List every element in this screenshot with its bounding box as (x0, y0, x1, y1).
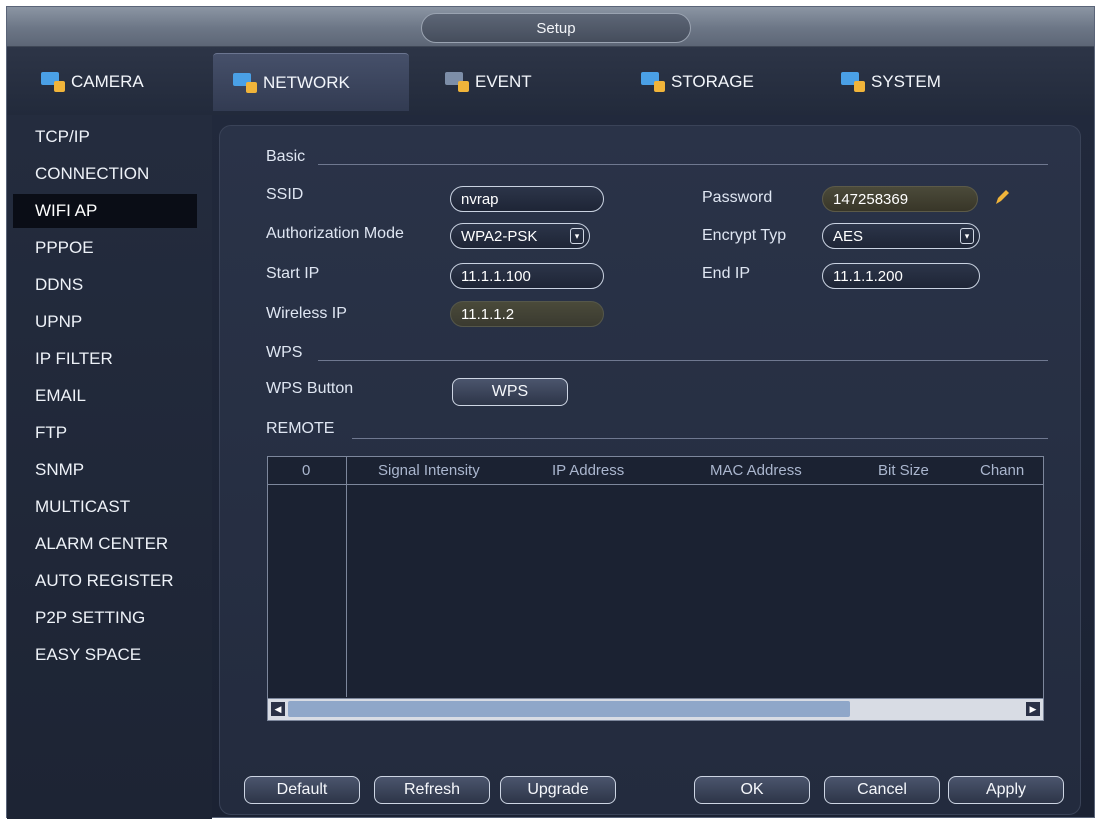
divider (318, 360, 1048, 361)
refresh-button[interactable]: Refresh (374, 776, 490, 804)
sidebar-item-email[interactable]: EMAIL (13, 379, 197, 413)
password-field[interactable]: 147258369 (822, 186, 978, 212)
section-basic: Basic (266, 148, 306, 165)
sidebar-item-easy-space[interactable]: EASY SPACE (13, 638, 197, 672)
divider (352, 438, 1048, 439)
wireless-ip-label: Wireless IP (266, 305, 347, 322)
sidebar-item-alarm-center[interactable]: ALARM CENTER (13, 527, 197, 561)
authorization-mode-select[interactable]: WPA2-PSK ▾ (450, 223, 590, 249)
title-bar: Setup (7, 7, 1094, 47)
start-ip-label: Start IP (266, 265, 320, 282)
tab-camera[interactable]: CAMERA (23, 57, 193, 107)
window-title: Setup (421, 13, 691, 43)
sidebar-item-ip-filter[interactable]: IP FILTER (13, 342, 197, 376)
column-divider (346, 457, 347, 697)
main-tab-bar: CAMERA NETWORK EVENT STORAGE SYSTEM (7, 47, 1094, 115)
upgrade-button[interactable]: Upgrade (500, 776, 616, 804)
end-ip-input[interactable]: 11.1.1.200 (822, 263, 980, 289)
start-ip-input[interactable]: 11.1.1.100 (450, 263, 604, 289)
scroll-left-icon[interactable]: ◀ (271, 702, 285, 716)
tab-system[interactable]: SYSTEM (835, 57, 1005, 107)
network-icon (233, 72, 257, 93)
encrypt-type-value: AES (833, 227, 864, 245)
tab-event-label: EVENT (475, 72, 532, 91)
dropdown-arrow-icon: ▾ (960, 228, 974, 244)
end-ip-label: End IP (702, 265, 751, 282)
sidebar-item-snmp[interactable]: SNMP (13, 453, 197, 487)
section-wps: WPS (266, 344, 303, 361)
wps-button-label: WPS Button (266, 380, 354, 397)
sidebar-item-p2p-setting[interactable]: P2P SETTING (13, 601, 197, 635)
remote-device-table[interactable]: 0 Signal Intensity IP Address MAC Addres… (267, 456, 1044, 721)
wifi-ap-panel: Basic SSID nvrap Password 147258369 Auth… (219, 125, 1081, 815)
ok-button[interactable]: OK (694, 776, 810, 804)
authorization-mode-value: WPA2-PSK (461, 227, 538, 245)
sidebar-item-connection[interactable]: CONNECTION (13, 157, 197, 191)
authorization-mode-label: Authorization Mode (266, 225, 404, 242)
setup-window: Setup CAMERA NETWORK EVENT STORAGE SYSTE… (6, 6, 1095, 819)
column-header-ip-address[interactable]: IP Address (552, 462, 624, 479)
edit-icon[interactable] (992, 186, 1012, 208)
tab-network[interactable]: NETWORK (213, 53, 409, 111)
tab-storage[interactable]: STORAGE (635, 57, 805, 107)
table-header: 0 Signal Intensity IP Address MAC Addres… (268, 457, 1043, 485)
tab-event[interactable]: EVENT (435, 57, 595, 107)
cancel-button[interactable]: Cancel (824, 776, 940, 804)
sidebar-item-pppoe[interactable]: PPPOE (13, 231, 197, 265)
password-label: Password (702, 189, 773, 206)
divider (318, 164, 1048, 165)
column-header-channel[interactable]: Chann (980, 462, 1024, 479)
wps-button[interactable]: WPS (452, 378, 568, 406)
default-button[interactable]: Default (244, 776, 360, 804)
section-remote: REMOTE (266, 420, 335, 437)
encrypt-type-label: Encrypt Typ (702, 227, 787, 244)
sidebar-item-tcpip[interactable]: TCP/IP (13, 120, 197, 154)
ssid-input[interactable]: nvrap (450, 186, 604, 212)
system-icon (841, 72, 865, 92)
tab-system-label: SYSTEM (871, 72, 941, 91)
tab-storage-label: STORAGE (671, 72, 754, 91)
column-header-bit-size[interactable]: Bit Size (878, 462, 929, 479)
scroll-right-icon[interactable]: ▶ (1026, 702, 1040, 716)
column-header-mac-address[interactable]: MAC Address (710, 462, 802, 479)
camera-icon (41, 72, 65, 92)
ssid-label: SSID (266, 186, 304, 203)
event-icon (445, 72, 469, 92)
sidebar-item-upnp[interactable]: UPNP (13, 305, 197, 339)
wireless-ip-field: 11.1.1.2 (450, 301, 604, 327)
sidebar-item-wifi-ap[interactable]: WIFI AP (13, 194, 197, 228)
tab-camera-label: CAMERA (71, 72, 144, 91)
horizontal-scrollbar[interactable]: ◀ ▶ (268, 698, 1043, 720)
tab-network-label: NETWORK (263, 72, 350, 92)
sidebar-item-ddns[interactable]: DDNS (13, 268, 197, 302)
sidebar: TCP/IP CONNECTION WIFI AP PPPOE DDNS UPN… (7, 115, 212, 819)
column-header-signal-intensity[interactable]: Signal Intensity (378, 462, 480, 479)
storage-icon (641, 72, 665, 92)
column-header-index[interactable]: 0 (302, 462, 310, 479)
apply-button[interactable]: Apply (948, 776, 1064, 804)
sidebar-item-auto-register[interactable]: AUTO REGISTER (13, 564, 197, 598)
encrypt-type-select[interactable]: AES ▾ (822, 223, 980, 249)
sidebar-item-ftp[interactable]: FTP (13, 416, 197, 450)
scroll-thumb[interactable] (288, 701, 850, 717)
sidebar-item-multicast[interactable]: MULTICAST (13, 490, 197, 524)
dropdown-arrow-icon: ▾ (570, 228, 584, 244)
